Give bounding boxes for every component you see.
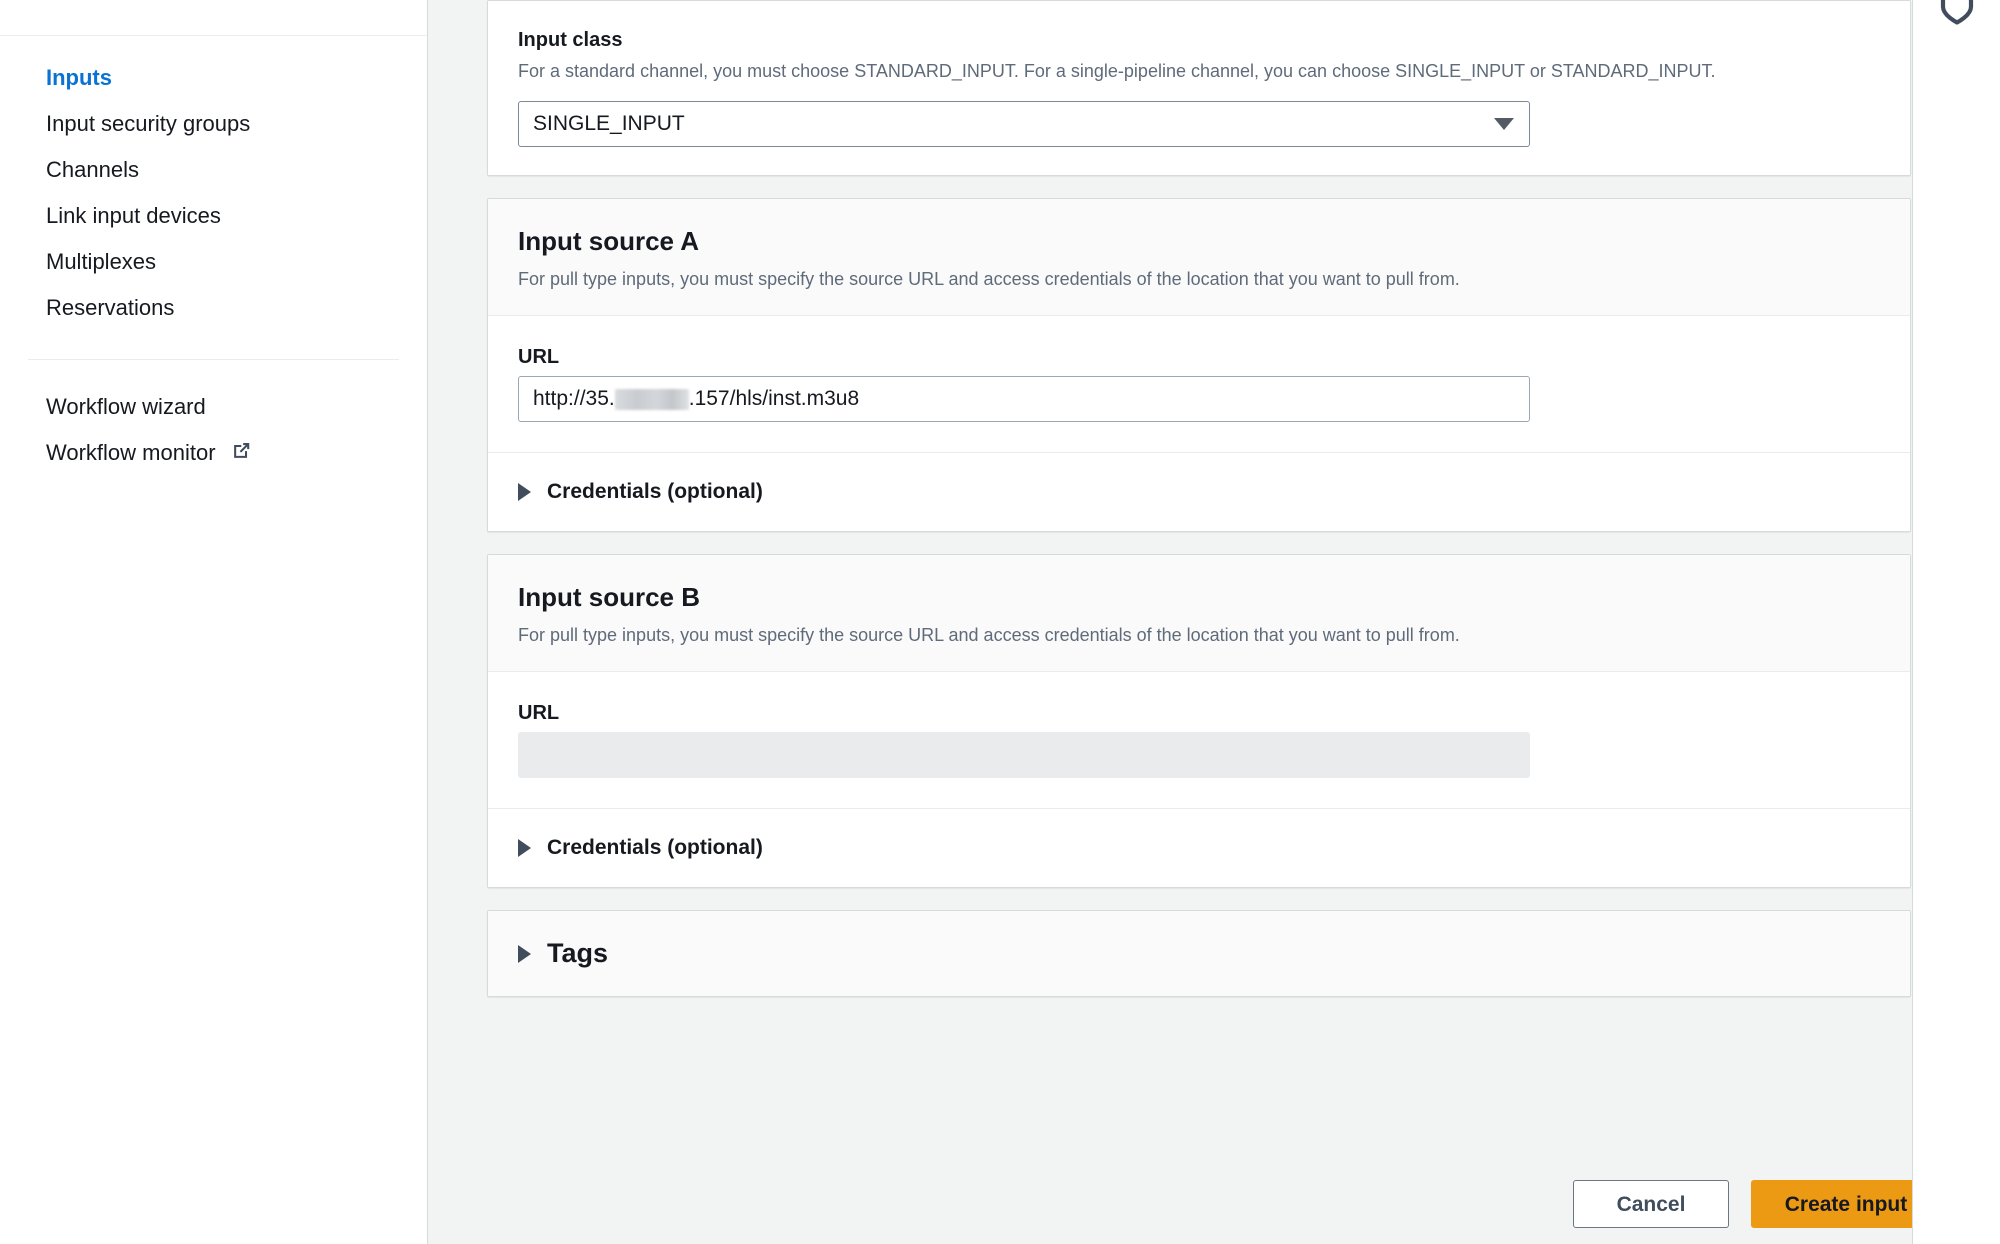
input-source-b-url-input: [518, 732, 1530, 778]
sidebar-item-reservations[interactable]: Reservations: [0, 285, 427, 331]
input-source-b-title: Input source B: [518, 582, 701, 612]
form-actions: Cancel Create input: [1573, 1180, 1941, 1228]
tags-card: Tags: [487, 910, 1911, 997]
url-prefix-text: http://35.: [533, 387, 615, 410]
sidebar-item-channels[interactable]: Channels: [0, 147, 427, 193]
sidebar-item-workflow-wizard[interactable]: Workflow wizard: [0, 384, 427, 430]
help-panel-rail: [1912, 0, 2000, 1244]
input-source-a-url-input[interactable]: http://35. .157/hls/inst.m3u8: [518, 376, 1530, 422]
input-source-a-header: Input source A For pull type inputs, you…: [488, 199, 1910, 316]
input-source-a-card: Input source A For pull type inputs, you…: [487, 198, 1911, 532]
input-class-body: Input class For a standard channel, you …: [488, 1, 1910, 175]
input-source-b-body: URL: [488, 672, 1910, 808]
triangle-right-icon: [518, 483, 531, 501]
input-source-a-body: URL http://35. .157/hls/inst.m3u8: [488, 316, 1910, 452]
input-class-selected-value: SINGLE_INPUT: [533, 112, 685, 135]
medialive-create-input-page: Inputs Input security groups Channels Li…: [0, 0, 2000, 1244]
service-navigation-sidebar: Inputs Input security groups Channels Li…: [0, 0, 428, 1244]
external-link-icon: [230, 440, 252, 469]
input-class-label: Input class: [518, 29, 623, 51]
sidebar-item-label: Workflow wizard: [46, 394, 206, 419]
sidebar-item-label: Input security groups: [46, 111, 251, 136]
sidebar-item-inputs[interactable]: Inputs: [0, 55, 427, 101]
tags-label: Tags: [547, 938, 609, 968]
sidebar-item-label: Workflow monitor: [46, 440, 216, 465]
help-panel-icon[interactable]: [1936, 0, 1978, 31]
input-class-select-wrapper: SINGLE_INPUT: [518, 101, 1530, 147]
sidebar-item-label: Inputs: [46, 65, 112, 90]
url-suffix-text: .157/hls/inst.m3u8: [688, 387, 860, 410]
sidebar-item-label: Channels: [46, 157, 139, 182]
sidebar-header-stub: [0, 0, 427, 36]
sidebar-divider: [28, 359, 399, 360]
input-source-a-credentials-expander[interactable]: Credentials (optional): [488, 453, 1910, 531]
triangle-right-icon: [518, 944, 531, 963]
sidebar-item-label: Link input devices: [46, 203, 221, 228]
sidebar-item-link-input-devices[interactable]: Link input devices: [0, 193, 427, 239]
input-source-a-description: For pull type inputs, you must specify t…: [518, 269, 1460, 289]
sidebar-item-input-security-groups[interactable]: Input security groups: [0, 101, 427, 147]
input-class-select[interactable]: SINGLE_INPUT: [518, 101, 1530, 147]
sidebar-item-workflow-monitor[interactable]: Workflow monitor: [0, 430, 427, 478]
tags-expander[interactable]: Tags: [488, 911, 1910, 996]
input-source-a-url-label: URL: [518, 346, 560, 368]
input-source-b-header: Input source B For pull type inputs, you…: [488, 555, 1910, 672]
redacted-ip-segment: [614, 388, 689, 410]
input-source-b-card: Input source B For pull type inputs, you…: [487, 554, 1911, 888]
sidebar-nav-list: Inputs Input security groups Channels Li…: [0, 55, 427, 478]
main-content-area: Input class For a standard channel, you …: [428, 0, 2000, 1244]
input-source-a-credentials-label: Credentials (optional): [547, 480, 763, 503]
input-source-b-credentials-expander[interactable]: Credentials (optional): [488, 809, 1910, 887]
form-column: Input class For a standard channel, you …: [487, 0, 1911, 1019]
input-source-b-credentials-label: Credentials (optional): [547, 836, 763, 859]
triangle-right-icon: [518, 839, 531, 857]
sidebar-item-multiplexes[interactable]: Multiplexes: [0, 239, 427, 285]
cancel-button[interactable]: Cancel: [1573, 1180, 1729, 1228]
input-class-description: For a standard channel, you must choose …: [518, 61, 1716, 81]
input-source-b-description: For pull type inputs, you must specify t…: [518, 625, 1460, 645]
input-source-a-title: Input source A: [518, 226, 700, 256]
input-class-card: Input class For a standard channel, you …: [487, 0, 1911, 176]
input-source-b-url-label: URL: [518, 702, 560, 724]
sidebar-item-label: Multiplexes: [46, 249, 157, 274]
sidebar-item-label: Reservations: [46, 295, 175, 320]
